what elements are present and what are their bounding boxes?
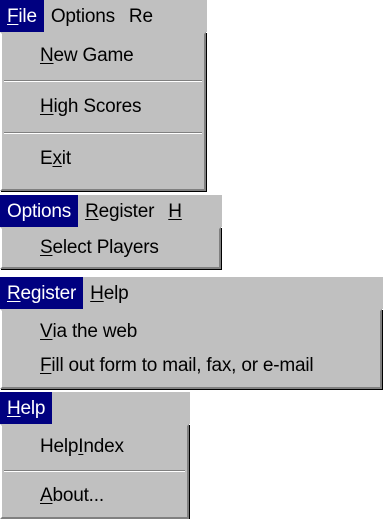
- menubar-register[interactable]: Register: [0, 277, 84, 309]
- menu-item-fill-out-form[interactable]: Fill out form to mail, fax, or e-mail: [2, 349, 380, 383]
- menu-item-via-the-web[interactable]: Via the web: [2, 315, 380, 349]
- help-menu-section: Help Help Index About...: [0, 392, 190, 519]
- menubar-file[interactable]: File: [0, 0, 44, 32]
- help-dropdown: Help Index About...: [0, 424, 189, 519]
- menubar-register[interactable]: Register: [78, 195, 161, 227]
- options-section-menubar: Options Register H: [0, 195, 222, 227]
- menu-item-new-game[interactable]: New Game: [2, 35, 204, 77]
- options-menu-section: Options Register H Select Players: [0, 195, 222, 269]
- help-section-menubar: Help: [0, 392, 190, 424]
- file-section-menubar: File Options Re: [0, 0, 207, 32]
- menu-separator: [4, 80, 202, 82]
- register-menu-section: Register Help Via the web Fill out form …: [0, 277, 383, 389]
- menubar-register-partial[interactable]: Re: [122, 0, 160, 32]
- menu-item-exit[interactable]: Ex it: [2, 137, 204, 181]
- file-dropdown: New Game High Scores Ex it: [0, 32, 206, 191]
- file-menu-section: File Options Re New Game High Scores Exi…: [0, 0, 207, 191]
- menubar-help[interactable]: Help: [83, 277, 135, 309]
- menubar-help[interactable]: Help: [0, 392, 53, 424]
- menu-item-high-scores[interactable]: High Scores: [2, 85, 204, 129]
- menu-separator: [4, 132, 202, 134]
- menubar-help-partial[interactable]: H: [161, 195, 182, 227]
- menu-separator: [4, 470, 185, 472]
- menu-item-help-index[interactable]: Help Index: [2, 427, 187, 467]
- options-dropdown: Select Players: [0, 227, 221, 269]
- menubar-options[interactable]: Options: [44, 0, 122, 32]
- menu-item-about[interactable]: About...: [2, 475, 187, 517]
- register-section-menubar: Register Help: [0, 277, 383, 309]
- menubar-options[interactable]: Options: [0, 195, 79, 227]
- register-dropdown: Via the web Fill out form to mail, fax, …: [0, 309, 382, 389]
- menu-item-select-players[interactable]: Select Players: [2, 229, 219, 267]
